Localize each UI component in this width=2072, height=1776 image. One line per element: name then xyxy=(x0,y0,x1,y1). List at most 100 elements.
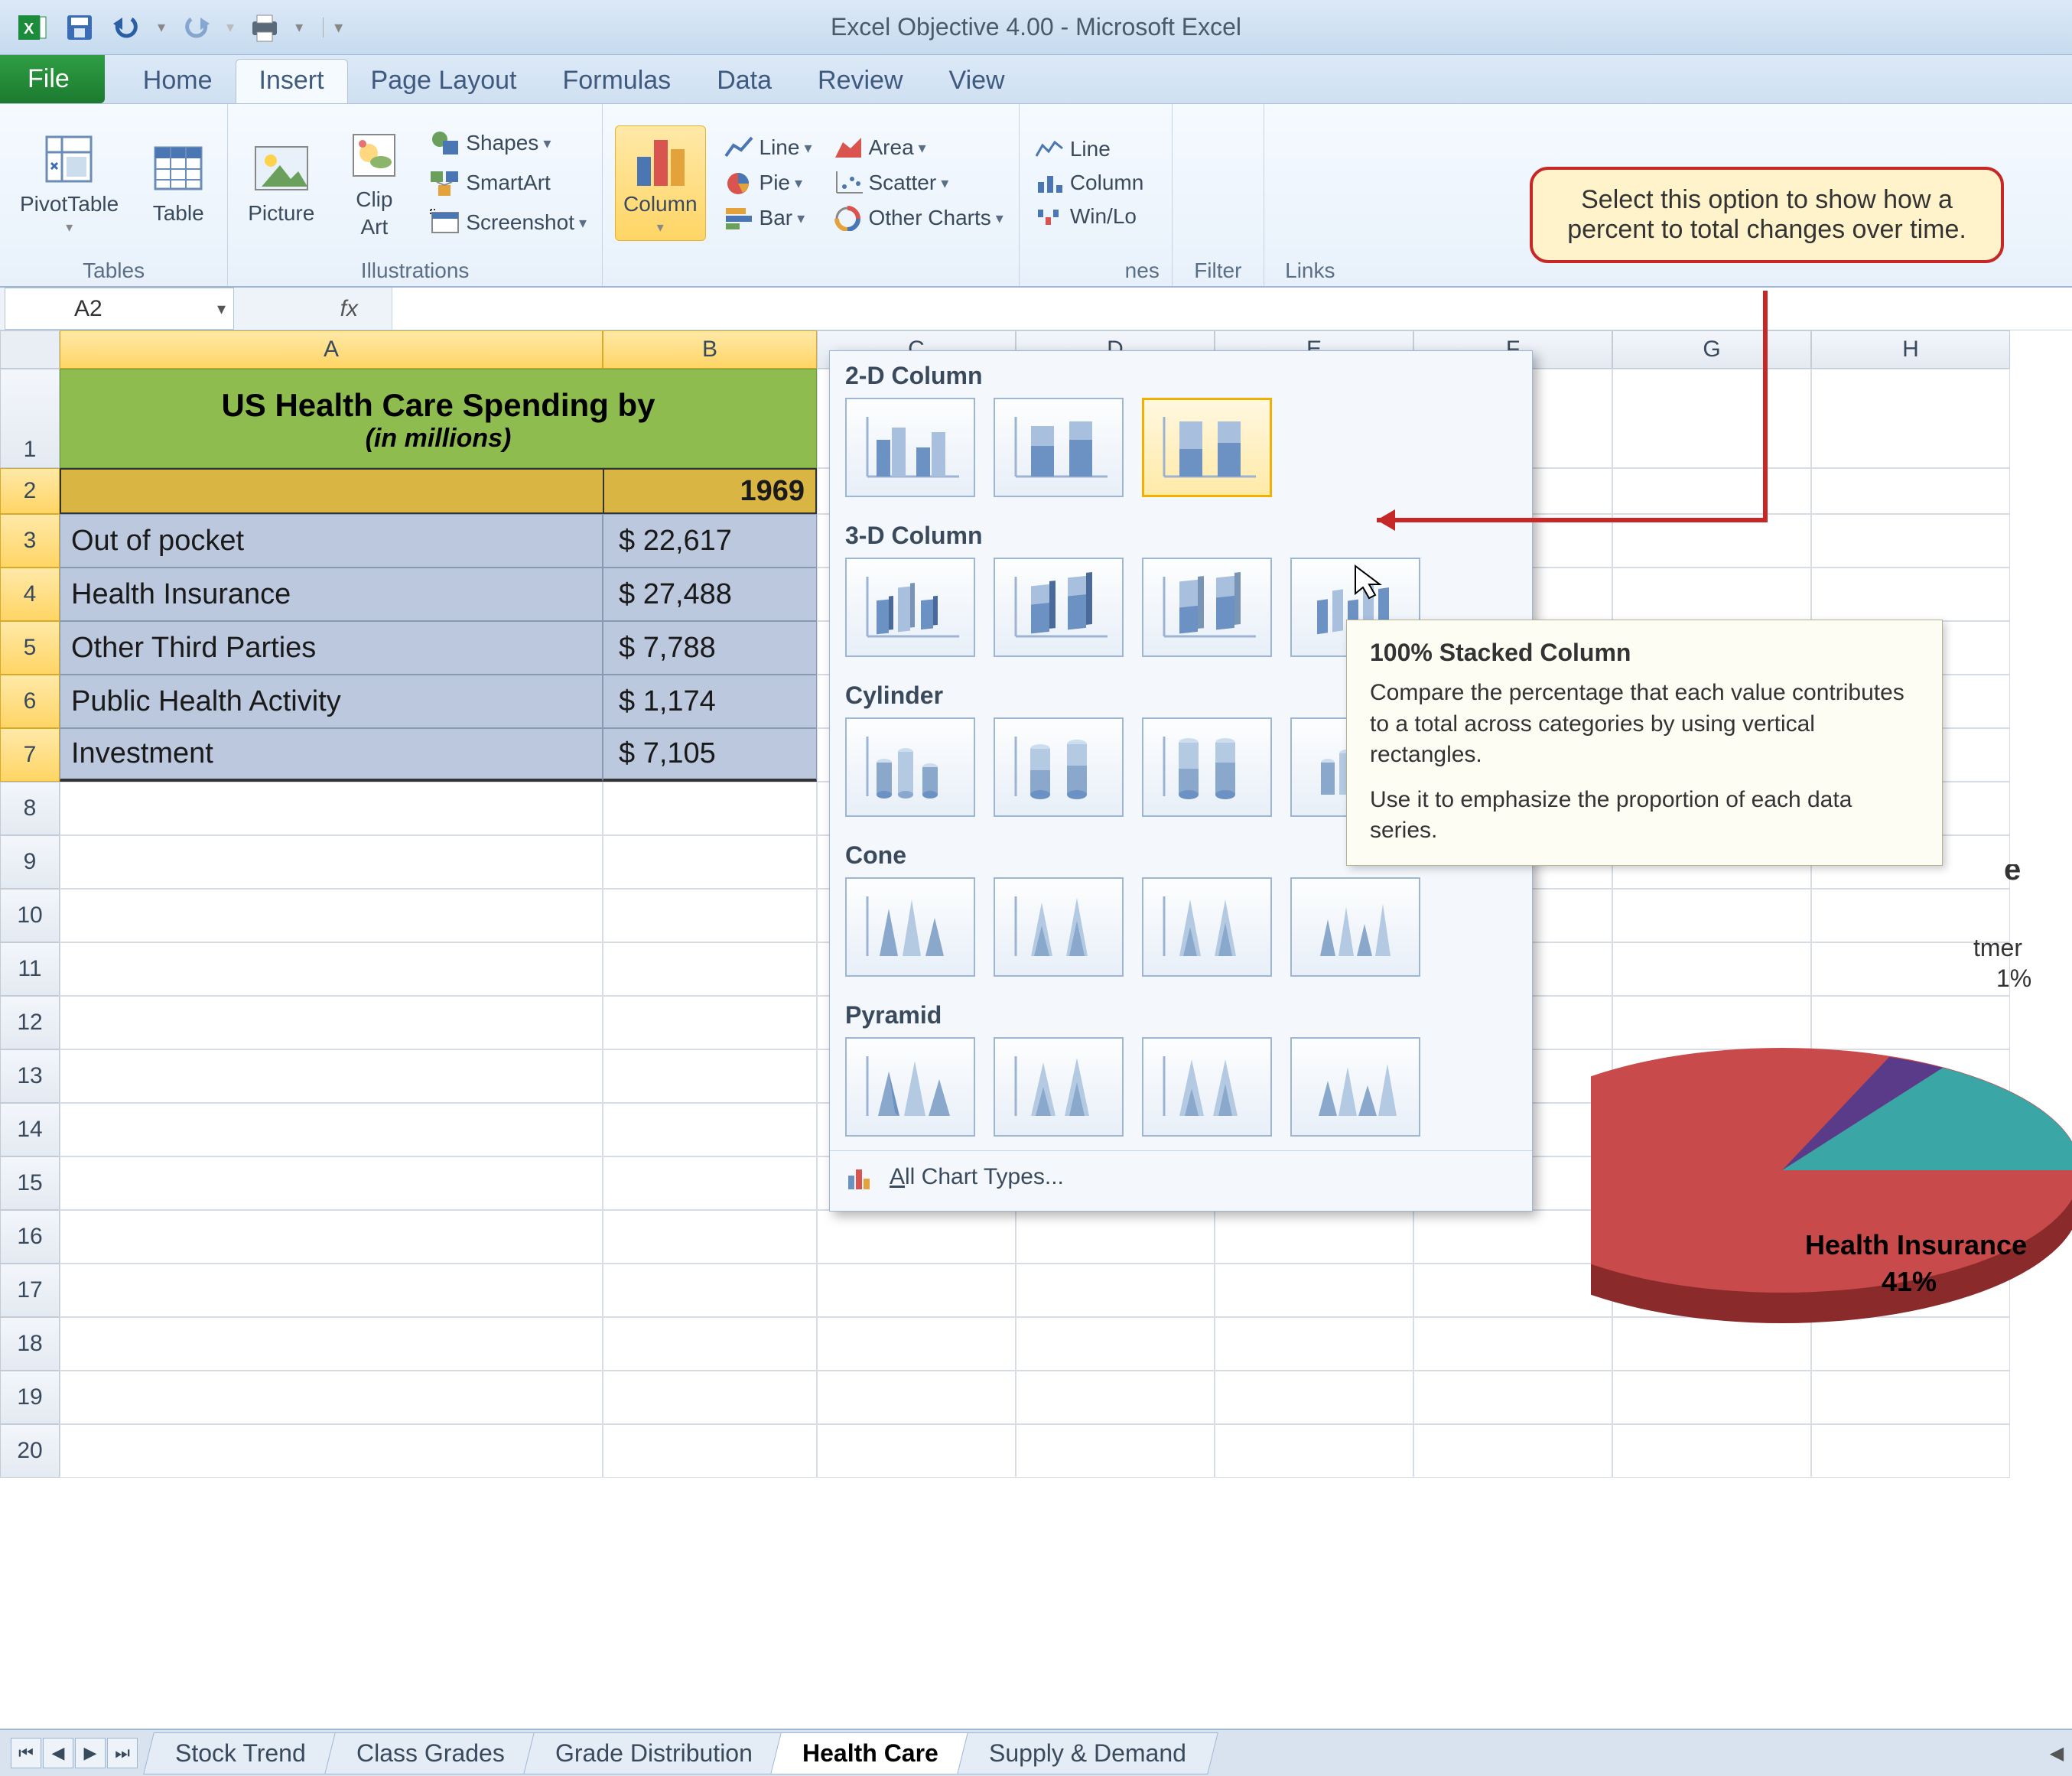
cell-a4[interactable]: Health Insurance xyxy=(60,568,603,621)
picture-button[interactable]: Picture xyxy=(240,135,322,230)
tab-formulas[interactable]: Formulas xyxy=(539,60,694,103)
col-header-h[interactable]: H xyxy=(1811,330,2010,369)
cell[interactable] xyxy=(60,1371,603,1424)
chart-opt-pyramid-stacked[interactable] xyxy=(994,1037,1124,1137)
cell[interactable] xyxy=(1612,1424,1811,1478)
cell-b7[interactable]: $ 7,105 xyxy=(603,728,817,782)
cell-a2[interactable] xyxy=(60,468,603,514)
cell-b2[interactable]: 1969 xyxy=(603,468,817,514)
cell[interactable] xyxy=(1016,1371,1215,1424)
cell[interactable] xyxy=(60,1049,603,1103)
chart-opt-cylinder-clustered[interactable] xyxy=(845,717,975,817)
clipart-button[interactable]: Clip Art xyxy=(337,122,411,244)
cell[interactable] xyxy=(1016,1424,1215,1478)
sheet-nav-prev[interactable]: ◀ xyxy=(43,1738,73,1768)
print-icon[interactable] xyxy=(248,11,281,44)
row-header-1[interactable]: 1 xyxy=(0,369,60,468)
chart-opt-3d-clustered[interactable] xyxy=(845,558,975,657)
row-header-16[interactable]: 16 xyxy=(0,1210,60,1264)
row-header-19[interactable]: 19 xyxy=(0,1371,60,1424)
scroll-left-icon[interactable]: ◀ xyxy=(2041,1742,2072,1765)
sparkline-column-button[interactable]: Column xyxy=(1032,169,1147,197)
cell[interactable] xyxy=(817,1264,1016,1317)
row-header-20[interactable]: 20 xyxy=(0,1424,60,1478)
chart-opt-pyramid-100-stacked[interactable] xyxy=(1142,1037,1272,1137)
redo-dropdown-icon[interactable]: ▾ xyxy=(226,18,234,37)
cell[interactable] xyxy=(603,889,817,942)
chart-opt-3d-100-stacked[interactable] xyxy=(1142,558,1272,657)
cell-a6[interactable]: Public Health Activity xyxy=(60,675,603,728)
sheet-tab-stock-trend[interactable]: Stock Trend xyxy=(143,1732,337,1774)
row-header-15[interactable]: 15 xyxy=(0,1156,60,1210)
cell[interactable] xyxy=(1016,1264,1215,1317)
row-header-14[interactable]: 14 xyxy=(0,1103,60,1156)
cell[interactable] xyxy=(1811,468,2010,514)
tab-review[interactable]: Review xyxy=(795,60,925,103)
cell[interactable] xyxy=(817,1371,1016,1424)
cell[interactable] xyxy=(603,1049,817,1103)
print-dropdown-icon[interactable]: ▾ xyxy=(295,18,303,37)
cell[interactable] xyxy=(1413,1264,1612,1317)
cell[interactable] xyxy=(1016,1210,1215,1264)
sheet-title-cell[interactable]: US Health Care Spending by (in millions) xyxy=(60,369,817,468)
cell[interactable] xyxy=(60,835,603,889)
row-header-12[interactable]: 12 xyxy=(0,996,60,1049)
bar-chart-button[interactable]: Bar▾ xyxy=(721,203,815,233)
chart-opt-cone-100-stacked[interactable] xyxy=(1142,877,1272,977)
cell[interactable] xyxy=(603,996,817,1049)
row-header-2[interactable]: 2 xyxy=(0,468,60,514)
sheet-tab-health-care[interactable]: Health Care xyxy=(771,1732,971,1774)
row-header-8[interactable]: 8 xyxy=(0,782,60,835)
cell[interactable] xyxy=(60,1103,603,1156)
chart-opt-cone-3d[interactable] xyxy=(1290,877,1420,977)
sheet-tab-supply-demand[interactable]: Supply & Demand xyxy=(957,1732,1218,1774)
cell[interactable] xyxy=(817,1210,1016,1264)
column-chart-button[interactable]: Column ▾ xyxy=(615,125,705,241)
cell[interactable] xyxy=(1811,568,2010,621)
sheet-nav-first[interactable]: ⏮ xyxy=(11,1738,41,1768)
chart-opt-cylinder-stacked[interactable] xyxy=(994,717,1124,817)
cell[interactable] xyxy=(603,1156,817,1210)
cell[interactable] xyxy=(60,1210,603,1264)
cell[interactable] xyxy=(603,1317,817,1371)
cell[interactable] xyxy=(1413,1317,1612,1371)
cell[interactable] xyxy=(1215,1264,1413,1317)
select-all-corner[interactable] xyxy=(0,330,60,369)
chart-opt-cylinder-100-stacked[interactable] xyxy=(1142,717,1272,817)
sparkline-line-button[interactable]: Line xyxy=(1032,135,1114,163)
chart-opt-cone-stacked[interactable] xyxy=(994,877,1124,977)
all-chart-types-button[interactable]: All Chart Types... xyxy=(830,1150,1532,1203)
cell[interactable] xyxy=(60,942,603,996)
row-header-18[interactable]: 18 xyxy=(0,1317,60,1371)
screenshot-button[interactable]: Screenshot▾ xyxy=(426,207,590,239)
tab-page-layout[interactable]: Page Layout xyxy=(348,60,540,103)
name-box[interactable]: A2 ▾ xyxy=(5,288,234,330)
chart-opt-pyramid-clustered[interactable] xyxy=(845,1037,975,1137)
cell-b3[interactable]: $ 22,617 xyxy=(603,514,817,568)
cell-a5[interactable]: Other Third Parties xyxy=(60,621,603,675)
shapes-button[interactable]: Shapes▾ xyxy=(426,127,590,159)
area-chart-button[interactable]: Area▾ xyxy=(831,133,1007,162)
pie-chart-button[interactable]: Pie▾ xyxy=(721,168,815,197)
row-header-17[interactable]: 17 xyxy=(0,1264,60,1317)
sheet-nav-last[interactable]: ⏭ xyxy=(107,1738,138,1768)
row-header-3[interactable]: 3 xyxy=(0,514,60,568)
cell[interactable] xyxy=(1215,1317,1413,1371)
row-header-13[interactable]: 13 xyxy=(0,1049,60,1103)
chart-opt-pyramid-3d[interactable] xyxy=(1290,1037,1420,1137)
cell[interactable] xyxy=(603,1424,817,1478)
chevron-down-icon[interactable]: ▾ xyxy=(217,299,226,319)
cell-a7[interactable]: Investment xyxy=(60,728,603,782)
cell[interactable] xyxy=(603,942,817,996)
save-icon[interactable] xyxy=(63,11,96,44)
tab-data[interactable]: Data xyxy=(694,60,795,103)
smartart-button[interactable]: SmartArt xyxy=(426,167,590,199)
row-header-4[interactable]: 4 xyxy=(0,568,60,621)
row-header-7[interactable]: 7 xyxy=(0,728,60,782)
row-header-10[interactable]: 10 xyxy=(0,889,60,942)
cell[interactable] xyxy=(1612,568,1811,621)
qat-customize-icon[interactable]: ▾ xyxy=(323,18,343,37)
cell[interactable] xyxy=(603,1264,817,1317)
chart-opt-clustered-column[interactable] xyxy=(845,398,975,497)
other-charts-button[interactable]: Other Charts▾ xyxy=(831,203,1007,233)
